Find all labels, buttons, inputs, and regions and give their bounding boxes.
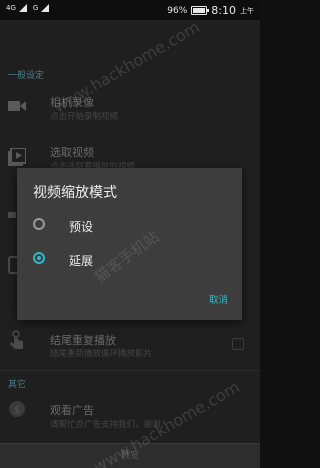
option-default[interactable]: 预设 xyxy=(17,210,242,240)
setting-loop-playback[interactable]: 结尾重复播放 结尾重新播放循环播放影片 xyxy=(0,326,260,366)
radio-stretch[interactable] xyxy=(33,252,45,264)
svg-text:$: $ xyxy=(14,405,20,416)
battery-percent: 96% xyxy=(167,5,188,16)
status-bar-left: 4G G xyxy=(6,4,50,12)
divider xyxy=(0,370,260,371)
radio-default[interactable] xyxy=(33,218,45,230)
video-library-icon xyxy=(8,147,27,166)
loop-checkbox[interactable] xyxy=(232,338,244,350)
status-bar-right: 96% 8:10 上午 xyxy=(167,4,254,17)
screen: 4G G 96% 8:10 上午 一般设定 相机录像 点击开始录制视频 选取视频… xyxy=(0,0,260,468)
network-g-label: G xyxy=(32,4,39,12)
section-header-other: 其它 xyxy=(8,380,27,390)
radio-selected-dot xyxy=(37,256,41,260)
loop-subtitle: 结尾重新播放循环播放影片 xyxy=(50,349,153,359)
video-camera-icon xyxy=(8,98,26,116)
battery-icon xyxy=(191,6,210,15)
clock-time: 8:10 xyxy=(211,4,236,17)
touch-icon xyxy=(8,330,26,349)
clock-suffix: 上午 xyxy=(240,6,254,15)
option-default-label: 预设 xyxy=(69,220,94,234)
status-bar: 4G G 96% 8:10 上午 xyxy=(0,0,260,20)
signal-icon-2 xyxy=(41,4,50,12)
section-header-general: 一般设定 xyxy=(8,71,45,81)
dialog-title: 视频缩放模式 xyxy=(33,185,117,201)
signal-icon xyxy=(18,4,27,12)
battery-fill xyxy=(193,8,206,13)
network-4g-label: 4G xyxy=(6,4,16,12)
option-stretch-label: 延展 xyxy=(69,254,94,268)
setting-record-video[interactable]: 相机录像 点击开始录制视频 xyxy=(0,90,260,130)
loop-title: 结尾重复播放 xyxy=(50,334,116,347)
pick-title: 选取视频 xyxy=(50,146,94,159)
cancel-button[interactable]: 取消 xyxy=(209,292,228,306)
ads-title: 观看广告 xyxy=(50,404,94,417)
ads-icon: $ xyxy=(8,400,26,418)
